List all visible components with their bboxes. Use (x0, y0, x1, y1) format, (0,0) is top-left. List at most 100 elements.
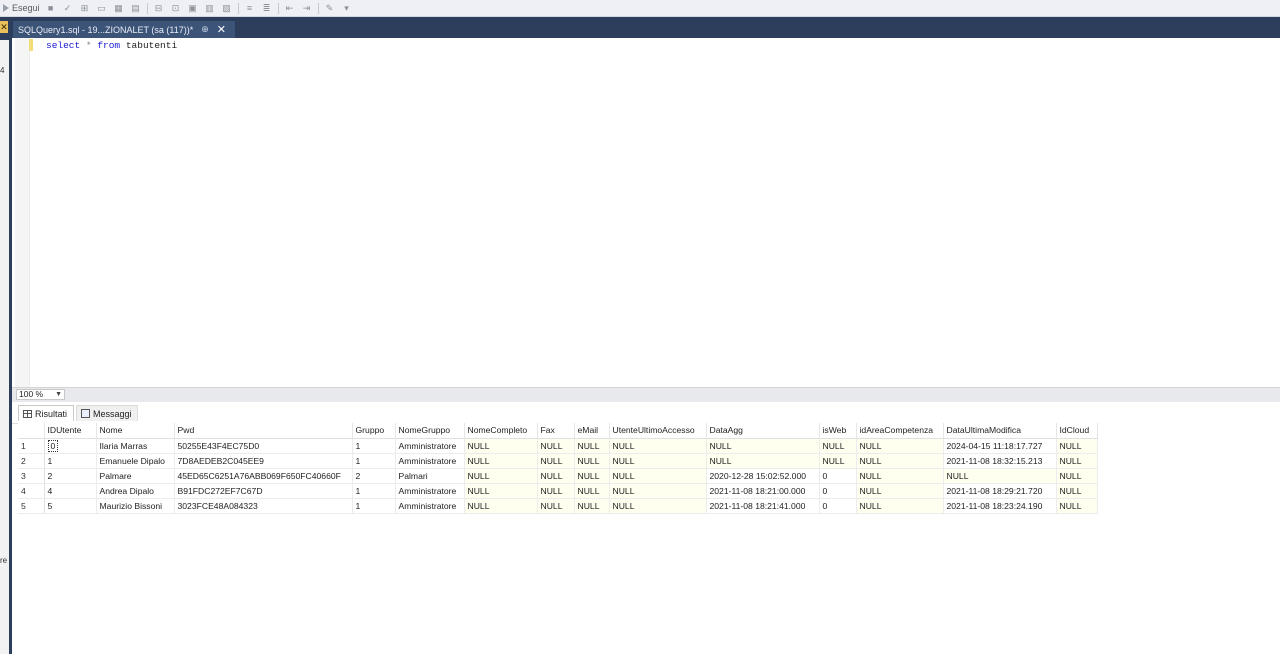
table-cell[interactable]: NULL (819, 453, 857, 469)
table-row[interactable]: 4 4 Andrea Dipalo B91FDC272EF7C67D 1 Amminist… (18, 483, 1098, 499)
table-cell[interactable]: NULL (609, 483, 707, 499)
column-header[interactable]: UtenteUltimoAccesso (609, 423, 707, 439)
table-cell[interactable]: 2 (352, 468, 396, 484)
table-cell[interactable]: NULL (609, 438, 707, 454)
table-cell[interactable]: 4 (44, 483, 97, 499)
table-cell[interactable]: 2020-12-28 15:02:52.000 (706, 468, 820, 484)
table-cell[interactable]: NULL (609, 468, 707, 484)
table-row[interactable]: 3 2 Palmare 45ED65C6251A76ABB069F650FC40660… (18, 468, 1098, 484)
table-cell[interactable]: NULL (609, 453, 707, 469)
table-cell[interactable]: 0 (819, 468, 857, 484)
table-cell[interactable]: NULL (609, 498, 707, 514)
table-cell[interactable]: 3023FCE48A084323 (174, 498, 353, 514)
query-editor[interactable]: select * from tabutenti (12, 38, 1280, 387)
table-cell[interactable]: Maurizio Bissoni (96, 498, 175, 514)
column-header[interactable]: Nome (96, 423, 175, 439)
table-cell[interactable]: 1 (352, 498, 396, 514)
column-header[interactable]: Gruppo (352, 423, 396, 439)
uncomment-icon[interactable]: ≣ (261, 3, 273, 13)
column-header[interactable]: IdCloud (1056, 423, 1098, 439)
table-row[interactable]: 1 0 Ilaria Marras 50255E43F4EC75D0 1 Amminist… (18, 438, 1098, 454)
table-cell[interactable]: 2021-11-08 18:21:41.000 (706, 498, 820, 514)
table-cell[interactable]: NULL (574, 453, 610, 469)
table-cell[interactable]: 2021-11-08 18:29:21.720 (943, 483, 1057, 499)
results-file-icon[interactable]: ▧ (221, 3, 233, 13)
client-stats-icon[interactable]: ▣ (187, 3, 199, 13)
display-plan-icon[interactable]: ▦ (113, 3, 125, 13)
results-text-icon[interactable]: ▥ (204, 3, 216, 13)
row-number[interactable]: 5 (18, 498, 45, 514)
table-cell[interactable]: NULL (1056, 438, 1098, 454)
parse-checkmark-icon[interactable]: ✓ (62, 3, 74, 13)
table-cell[interactable]: NULL (537, 468, 575, 484)
table-cell[interactable]: NULL (1056, 483, 1098, 499)
table-cell[interactable]: Amministratore (395, 483, 465, 499)
column-header[interactable]: Fax (537, 423, 575, 439)
table-cell[interactable]: NULL (464, 438, 538, 454)
table-cell[interactable]: NULL (943, 468, 1057, 484)
include-plan-icon[interactable]: ⊡ (170, 3, 182, 13)
table-cell[interactable]: 0 (819, 498, 857, 514)
pin-icon[interactable]: ⊕ (201, 24, 209, 35)
table-cell[interactable]: 2 (44, 468, 97, 484)
close-icon[interactable]: ✕ (217, 23, 226, 36)
row-number[interactable]: 3 (18, 468, 45, 484)
table-cell[interactable]: NULL (706, 438, 820, 454)
row-number[interactable]: 2 (18, 453, 45, 469)
table-cell[interactable]: Andrea Dipalo (96, 483, 175, 499)
tab-results[interactable]: Risultati (18, 405, 74, 421)
tab-sqlquery1[interactable]: SQLQuery1.sql - 19...ZIONALET (sa (117))… (13, 21, 235, 38)
table-cell[interactable]: NULL (464, 483, 538, 499)
code-line[interactable]: select * from tabutenti (46, 40, 177, 51)
table-cell[interactable]: 5 (44, 498, 97, 514)
column-header[interactable]: idAreaCompetenza (856, 423, 944, 439)
table-cell[interactable]: NULL (464, 468, 538, 484)
table-cell[interactable]: Amministratore (395, 453, 465, 469)
table-cell[interactable]: NULL (1056, 468, 1098, 484)
specify-values-icon[interactable]: ✎ (324, 3, 336, 13)
table-cell[interactable]: NULL (574, 483, 610, 499)
column-header[interactable]: isWeb (819, 423, 857, 439)
table-cell[interactable]: NULL (537, 438, 575, 454)
comment-icon[interactable]: ≡ (244, 3, 256, 13)
table-cell[interactable]: Amministratore (395, 438, 465, 454)
table-cell[interactable]: NULL (464, 453, 538, 469)
row-number[interactable]: 1 (18, 438, 45, 454)
table-cell[interactable]: 2021-11-08 18:23:24.190 (943, 498, 1057, 514)
table-cell[interactable]: 2021-11-08 18:21:00.000 (706, 483, 820, 499)
table-cell[interactable]: 1 (352, 438, 396, 454)
execute-button[interactable]: Esegui (0, 3, 40, 13)
table-cell[interactable]: NULL (856, 483, 944, 499)
table-cell[interactable]: NULL (537, 453, 575, 469)
table-cell[interactable]: NULL (856, 453, 944, 469)
table-cell[interactable]: NULL (464, 498, 538, 514)
column-header[interactable]: NomeCompleto (464, 423, 538, 439)
table-cell[interactable]: 0 (44, 438, 97, 454)
table-cell[interactable]: Amministratore (395, 498, 465, 514)
left-pane-close-icon[interactable]: ✕ (0, 21, 8, 33)
table-cell[interactable]: NULL (856, 438, 944, 454)
row-number[interactable]: 4 (18, 483, 45, 499)
table-cell[interactable]: 0 (819, 483, 857, 499)
table-cell[interactable]: NULL (1056, 498, 1098, 514)
column-header[interactable]: IDUtente (44, 423, 97, 439)
increase-indent-icon[interactable]: ⇥ (301, 3, 313, 13)
table-cell[interactable]: Palmari (395, 468, 465, 484)
table-cell[interactable]: Emanuele Dipalo (96, 453, 175, 469)
results-grid[interactable]: IDUtente Nome Pwd Gruppo NomeGruppo Nome… (18, 423, 1280, 654)
table-cell[interactable]: NULL (537, 498, 575, 514)
table-cell[interactable]: 45ED65C6251A76ABB069F650FC40660F (174, 468, 353, 484)
tree-icon[interactable]: ⊞ (79, 3, 91, 13)
table-cell[interactable]: 2021-11-08 18:32:15.213 (943, 453, 1057, 469)
table-row[interactable]: 5 5 Maurizio Bissoni 3023FCE48A084323 1 Ammin… (18, 498, 1098, 514)
column-header[interactable]: Pwd (174, 423, 353, 439)
query-options-icon[interactable]: ⊟ (153, 3, 165, 13)
table-cell[interactable]: Palmare (96, 468, 175, 484)
table-cell[interactable]: NULL (1056, 453, 1098, 469)
table-row[interactable]: 2 1 Emanuele Dipalo 7D8AEDEB2C045EE9 1 Ammini… (18, 453, 1098, 469)
table-cell[interactable]: B91FDC272EF7C67D (174, 483, 353, 499)
table-cell[interactable]: Ilaria Marras (96, 438, 175, 454)
results-to-icon[interactable]: ▭ (96, 3, 108, 13)
column-header[interactable]: DataUltimaModifica (943, 423, 1057, 439)
table-cell[interactable]: NULL (574, 468, 610, 484)
